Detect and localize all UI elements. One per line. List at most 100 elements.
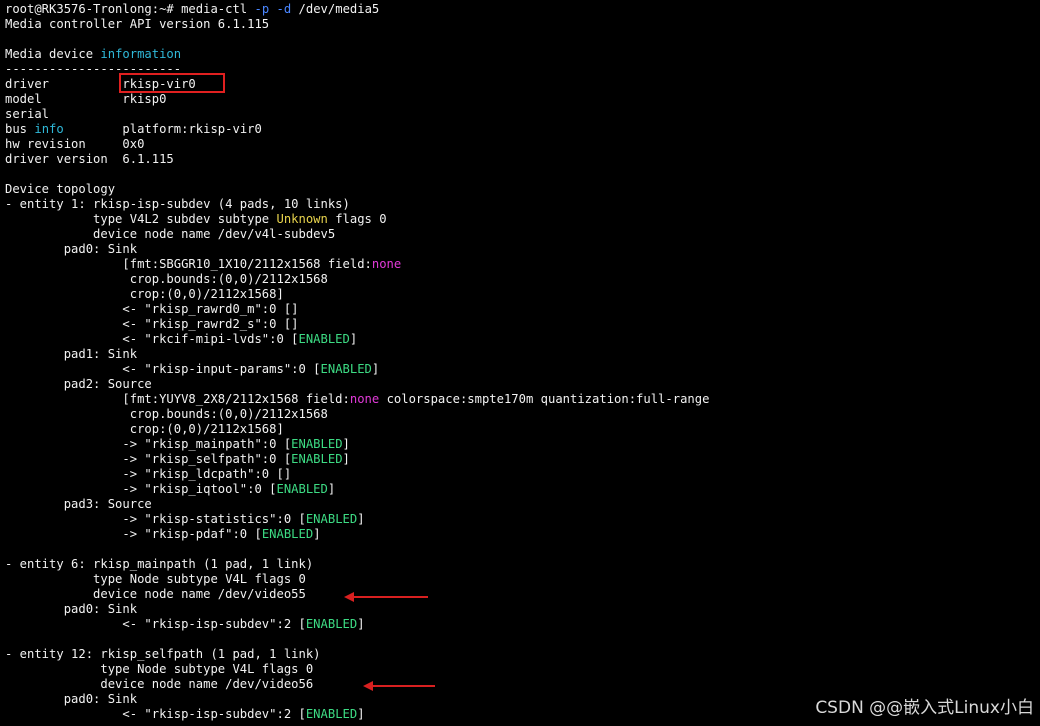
terminal-line: serial: [5, 107, 709, 122]
terminal-line: crop:(0,0)/2112x1568]: [5, 287, 709, 302]
driver-highlight-box: [119, 73, 225, 93]
terminal-line: - entity 12: rkisp_selfpath (1 pad, 1 li…: [5, 647, 709, 662]
terminal-line: <- "rkisp_rawrd2_s":0 []: [5, 317, 709, 332]
terminal-text-segment: <- "rkisp-isp-subdev":2 [: [5, 617, 306, 631]
terminal-text-segment: type Node subtype V4L flags 0: [5, 572, 306, 586]
terminal-text-segment: hw revision 0x0: [5, 137, 145, 151]
terminal-text-segment: bus: [5, 122, 35, 136]
terminal-text-segment: -> "rkisp-statistics":0 [: [5, 512, 306, 526]
terminal-text-segment: ]: [349, 332, 358, 346]
terminal-text-segment: crop.bounds:(0,0)/2112x1568: [5, 272, 328, 286]
terminal-text-segment: none: [349, 392, 380, 406]
terminal-text-segment: -d: [276, 2, 292, 16]
terminal-text-segment: Unknown: [276, 212, 328, 226]
video56-arrow-annotation: [363, 681, 435, 691]
terminal-text-segment: ENABLED: [291, 452, 343, 466]
terminal-text-segment: -> "rkisp-pdaf":0 [: [5, 527, 262, 541]
terminal-text-segment: ENABLED: [305, 617, 358, 631]
terminal-text-segment: <- "rkisp_rawrd0_m":0 []: [5, 302, 299, 316]
terminal-text-segment: [fmt:SBGGR10_1X10/2112x1568 field:: [5, 257, 372, 271]
terminal-text-segment: <- "rkcif-mipi-lvds":0 [: [5, 332, 299, 346]
terminal-line: crop.bounds:(0,0)/2112x1568: [5, 407, 709, 422]
terminal-text-segment: pad0: Sink: [5, 692, 138, 706]
terminal-text-segment: model rkisp0: [5, 92, 167, 106]
terminal-text-segment: -> "rkisp_mainpath":0 [: [5, 437, 292, 451]
terminal-line: -> "rkisp_iqtool":0 [ENABLED]: [5, 482, 709, 497]
terminal-text-segment: pad2: Source: [5, 377, 152, 391]
terminal-line: hw revision 0x0: [5, 137, 709, 152]
terminal-text-segment: ENABLED: [261, 527, 314, 541]
terminal-line: Device topology: [5, 182, 709, 197]
terminal-line: pad1: Sink: [5, 347, 709, 362]
terminal-text-segment: info: [34, 122, 64, 136]
terminal-text-segment: pad3: Source: [5, 497, 152, 511]
terminal-text-segment: pad0: Sink: [5, 602, 138, 616]
terminal-line: -> "rkisp_selfpath":0 [ENABLED]: [5, 452, 709, 467]
terminal-text-segment: crop.bounds:(0,0)/2112x1568: [5, 407, 328, 421]
terminal-line: crop:(0,0)/2112x1568]: [5, 422, 709, 437]
terminal-line: <- "rkisp-isp-subdev":2 [ENABLED]: [5, 707, 709, 722]
terminal-text-segment: <- "rkisp-isp-subdev":2 [: [5, 707, 306, 721]
terminal-text-segment: Device topology: [5, 182, 116, 196]
terminal-text-segment: type V4L2 subdev subtype: [5, 212, 277, 226]
terminal-text-segment: type Node subtype V4L flags 0: [5, 662, 314, 676]
terminal-line: [fmt:SBGGR10_1X10/2112x1568 field:none: [5, 257, 709, 272]
terminal-text-segment: ]: [342, 452, 350, 466]
terminal-text-segment: -> "rkisp_ldcpath":0 []: [5, 467, 292, 481]
terminal-text-segment: crop:(0,0)/2112x1568]: [5, 287, 284, 301]
terminal-text-segment: ]: [357, 617, 365, 631]
terminal-line: crop.bounds:(0,0)/2112x1568: [5, 272, 709, 287]
terminal-text-segment: ]: [313, 527, 321, 541]
terminal-line: <- "rkcif-mipi-lvds":0 [ENABLED]: [5, 332, 709, 347]
terminal-line: <- "rkisp_rawrd0_m":0 []: [5, 302, 709, 317]
terminal-text-segment: -> "rkisp_iqtool":0 [: [5, 482, 277, 496]
terminal-line: -> "rkisp_mainpath":0 [ENABLED]: [5, 437, 709, 452]
terminal-text-segment: - entity 6: rkisp_mainpath (1 pad, 1 lin…: [5, 557, 314, 571]
terminal-line: root@RK3576-Tronlong:~# media-ctl -p -d …: [5, 2, 709, 17]
terminal-line: pad2: Source: [5, 377, 709, 392]
terminal-line: type Node subtype V4L flags 0: [5, 572, 709, 587]
terminal-text-segment: none: [371, 257, 402, 271]
terminal-text-segment: -p: [254, 2, 270, 16]
csdn-watermark: CSDN @@嵌入式Linux小白: [815, 698, 1034, 718]
terminal-line: pad0: Sink: [5, 242, 709, 257]
terminal-line: pad3: Source: [5, 497, 709, 512]
terminal-line: type Node subtype V4L flags 0: [5, 662, 709, 677]
terminal-line: ------------------------: [5, 62, 709, 77]
terminal-text-segment: - entity 1: rkisp-isp-subdev (4 pads, 10…: [5, 197, 350, 211]
terminal-window[interactable]: root@RK3576-Tronlong:~# media-ctl -p -d …: [0, 0, 1040, 726]
terminal-line: [fmt:YUYV8_2X8/2112x1568 field:none colo…: [5, 392, 709, 407]
terminal-line: type V4L2 subdev subtype Unknown flags 0: [5, 212, 709, 227]
terminal-line: pad0: Sink: [5, 602, 709, 617]
terminal-text-segment: Media device: [5, 47, 101, 61]
terminal-line: device node name /dev/video56: [5, 677, 709, 692]
terminal-text-segment: device node name /dev/v4l-subdev5: [5, 227, 336, 241]
terminal-text-segment: ENABLED: [298, 332, 350, 346]
terminal-line: bus info platform:rkisp-vir0: [5, 122, 709, 137]
terminal-line: -> "rkisp_ldcpath":0 []: [5, 467, 709, 482]
terminal-text-segment: ENABLED: [320, 362, 372, 376]
terminal-line: <- "rkisp-isp-subdev":2 [ENABLED]: [5, 617, 709, 632]
terminal-text-segment: -> "rkisp_selfpath":0 [: [5, 452, 292, 466]
terminal-text-segment: ]: [357, 707, 365, 721]
video55-arrow-annotation: [344, 592, 428, 602]
terminal-text-segment: ENABLED: [305, 512, 358, 526]
terminal-line: pad0: Sink: [5, 692, 709, 707]
terminal-line: driver rkisp-vir0: [5, 77, 709, 92]
terminal-text-segment: ]: [327, 482, 336, 496]
terminal-text-segment: Media controller API version 6.1.115: [5, 17, 270, 31]
terminal-line: -> "rkisp-statistics":0 [ENABLED]: [5, 512, 709, 527]
terminal-text-segment: pad0: Sink: [5, 242, 138, 256]
terminal-text-segment: root@RK3576-Tronlong:~# media-ctl: [5, 2, 255, 16]
terminal-output: root@RK3576-Tronlong:~# media-ctl -p -d …: [5, 2, 709, 722]
terminal-text-segment: device node name /dev/video56: [5, 677, 314, 691]
terminal-text-segment: ]: [342, 437, 350, 451]
terminal-line: - entity 1: rkisp-isp-subdev (4 pads, 10…: [5, 197, 709, 212]
terminal-text-segment: serial: [5, 107, 50, 121]
terminal-text-segment: platform:rkisp-vir0: [63, 122, 262, 136]
